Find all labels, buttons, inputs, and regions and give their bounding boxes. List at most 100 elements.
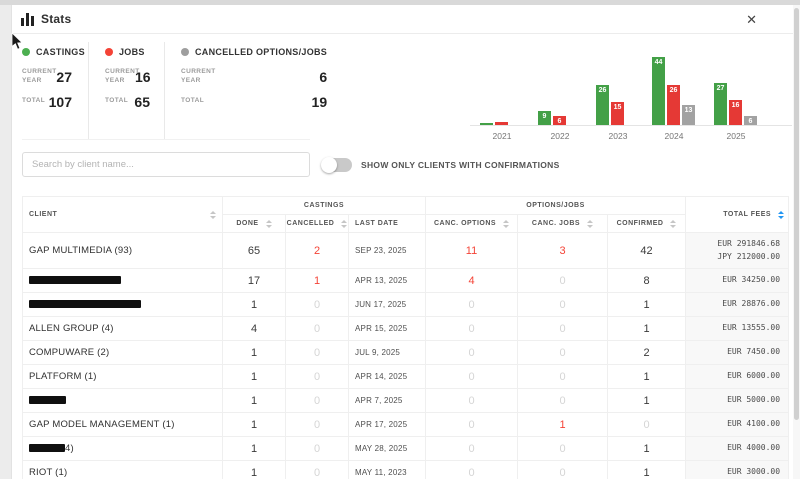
search-input[interactable]	[22, 152, 310, 177]
client-name-cell: COMPUWARE (2)	[23, 341, 223, 365]
done-cell: 1	[223, 413, 286, 437]
client-name-cell: ALLEN GROUP (4)	[23, 317, 223, 341]
stat-row-value: 19	[312, 94, 328, 110]
column-header-cancelled[interactable]: CANCELLED	[286, 215, 349, 233]
table-row[interactable]: GAP MULTIMEDIA (93)652SEP 23, 202511342E…	[23, 233, 789, 269]
sort-icon	[503, 220, 509, 228]
table-row[interactable]: PLATFORM (1)10APR 14, 2025001EUR 6000.00	[23, 365, 789, 389]
vertical-scrollbar[interactable]	[793, 5, 800, 479]
total-fees-cell: EUR 13555.00	[686, 317, 789, 341]
table-row[interactable]: COMPUWARE (2)10JUL 9, 2025002EUR 7450.00	[23, 341, 789, 365]
canc-jobs-cell: 0	[518, 269, 608, 293]
chart-bar-jobs-2024: 26	[667, 85, 680, 125]
cancelled-cell: 2	[286, 233, 349, 269]
column-header-canc-options[interactable]: CANC. OPTIONS	[426, 215, 518, 233]
confirmed-cell: 8	[608, 269, 686, 293]
stat-row-label: TOTAL	[181, 97, 211, 106]
chart-bar-group-2022: 96	[538, 111, 566, 125]
chart-bar-cancelled-options-jobs-2024: 13	[682, 105, 695, 125]
chart-x-tick-2022: 2022	[538, 131, 582, 141]
stat-row-label: CURRENT YEAR	[181, 68, 211, 86]
sort-icon	[341, 220, 347, 228]
column-header-total-fees[interactable]: TOTAL FEES	[686, 197, 789, 233]
last-date-cell: APR 17, 2025	[349, 413, 426, 437]
stat-card-title: JOBS	[119, 47, 145, 57]
stat-row-value: 65	[134, 94, 150, 110]
client-name-cell: RIOT (1)	[23, 461, 223, 479]
chart-bar-castings-2022: 9	[538, 111, 551, 125]
column-header-client[interactable]: CLIENT	[23, 197, 223, 233]
chart-bar-value-label: 26	[667, 87, 680, 94]
chart-bar-castings-2024: 44	[652, 57, 665, 125]
stat-card-cancelled: CANCELLED OPTIONS/JOBS CURRENT YEAR6 TOT…	[164, 42, 343, 139]
last-date-cell: JUN 17, 2025	[349, 293, 426, 317]
redacted-client-name	[29, 396, 66, 404]
canc-jobs-cell: 1	[518, 413, 608, 437]
chart-bar-jobs-2022: 6	[553, 116, 566, 125]
redacted-client-name	[29, 276, 121, 284]
close-icon[interactable]: ✕	[746, 5, 757, 34]
chart-bar-cancelled-options-jobs-2025: 6	[744, 116, 757, 125]
table-row[interactable]: 10APR 7, 2025001EUR 5000.00	[23, 389, 789, 413]
column-header-last-date[interactable]: LAST DATE	[349, 215, 426, 233]
chart-bar-value-label: 44	[652, 59, 665, 66]
canc-options-cell: 0	[426, 341, 518, 365]
total-fees-cell: EUR 28876.00	[686, 293, 789, 317]
cancelled-cell: 0	[286, 413, 349, 437]
client-name-cell: PLATFORM (1)	[23, 365, 223, 389]
chart-bar-value-label: 6	[744, 118, 757, 125]
page-edge-left	[0, 5, 12, 479]
chart-bar-jobs-2021	[495, 122, 508, 125]
canc-options-cell: 0	[426, 389, 518, 413]
chart-bar-group-2024: 44 26 13	[652, 57, 695, 125]
client-name-cell: GAP MODEL MANAGEMENT (1)	[23, 413, 223, 437]
chart-bar-value-label: 15	[611, 104, 624, 111]
total-fees-cell: EUR 291846.68JPY 212000.00	[686, 233, 789, 269]
group-header-castings: CASTINGS	[223, 197, 426, 215]
chart-bar-castings-2023: 26	[596, 85, 609, 125]
last-date-cell: MAY 11, 2023	[349, 461, 426, 479]
chart-bar-group-2023: 2615	[596, 85, 624, 125]
stat-row-value: 107	[49, 94, 72, 110]
table-row[interactable]: RIOT (1)10MAY 11, 2023001EUR 3000.00	[23, 461, 789, 479]
column-header-canc-jobs[interactable]: CANC. JOBS	[518, 215, 608, 233]
confirmed-cell: 2	[608, 341, 686, 365]
cancelled-cell: 0	[286, 389, 349, 413]
total-fees-cell: EUR 3000.00	[686, 461, 789, 479]
total-fees-cell: EUR 34250.00	[686, 269, 789, 293]
stat-row-value: 6	[319, 69, 327, 85]
cancelled-cell: 0	[286, 461, 349, 479]
table-row[interactable]: GAP MODEL MANAGEMENT (1)10APR 17, 202501…	[23, 413, 789, 437]
column-header-confirmed[interactable]: CONFIRMED	[608, 215, 686, 233]
table-row[interactable]: 171APR 13, 2025408EUR 34250.00	[23, 269, 789, 293]
done-cell: 1	[223, 293, 286, 317]
canc-options-cell: 4	[426, 269, 518, 293]
table-row[interactable]: 10JUN 17, 2025001EUR 28876.00	[23, 293, 789, 317]
table-row[interactable]: 4)10MAY 28, 2025001EUR 4000.00	[23, 437, 789, 461]
cancelled-cell: 0	[286, 437, 349, 461]
last-date-cell: APR 7, 2025	[349, 389, 426, 413]
chart-x-tick-2023: 2023	[596, 131, 640, 141]
stat-row-label: TOTAL	[105, 97, 134, 106]
done-cell: 65	[223, 233, 286, 269]
stats-summary-section: CASTINGS CURRENT YEAR27 TOTAL107 JOBS CU…	[22, 42, 310, 140]
last-date-cell: JUL 9, 2025	[349, 341, 426, 365]
chart-bar-castings-2025: 27	[714, 83, 727, 125]
chart-x-tick-2025: 2025	[714, 131, 758, 141]
canc-options-cell: 0	[426, 461, 518, 479]
done-cell: 1	[223, 341, 286, 365]
redacted-client-name	[29, 300, 141, 308]
cancelled-cell: 0	[286, 317, 349, 341]
scrollbar-thumb[interactable]	[794, 8, 799, 420]
confirmations-toggle[interactable]	[322, 158, 352, 172]
cancelled-cell: 0	[286, 341, 349, 365]
total-fees-cell: EUR 5000.00	[686, 389, 789, 413]
chart-bar-value-label: 16	[729, 102, 742, 109]
page-title: Stats	[41, 5, 71, 34]
table-row[interactable]: ALLEN GROUP (4)40APR 15, 2025001EUR 1355…	[23, 317, 789, 341]
chart-bar-jobs-2023: 15	[611, 102, 624, 125]
done-cell: 1	[223, 437, 286, 461]
total-fees-cell: EUR 7450.00	[686, 341, 789, 365]
done-cell: 17	[223, 269, 286, 293]
column-header-done[interactable]: DONE	[223, 215, 286, 233]
